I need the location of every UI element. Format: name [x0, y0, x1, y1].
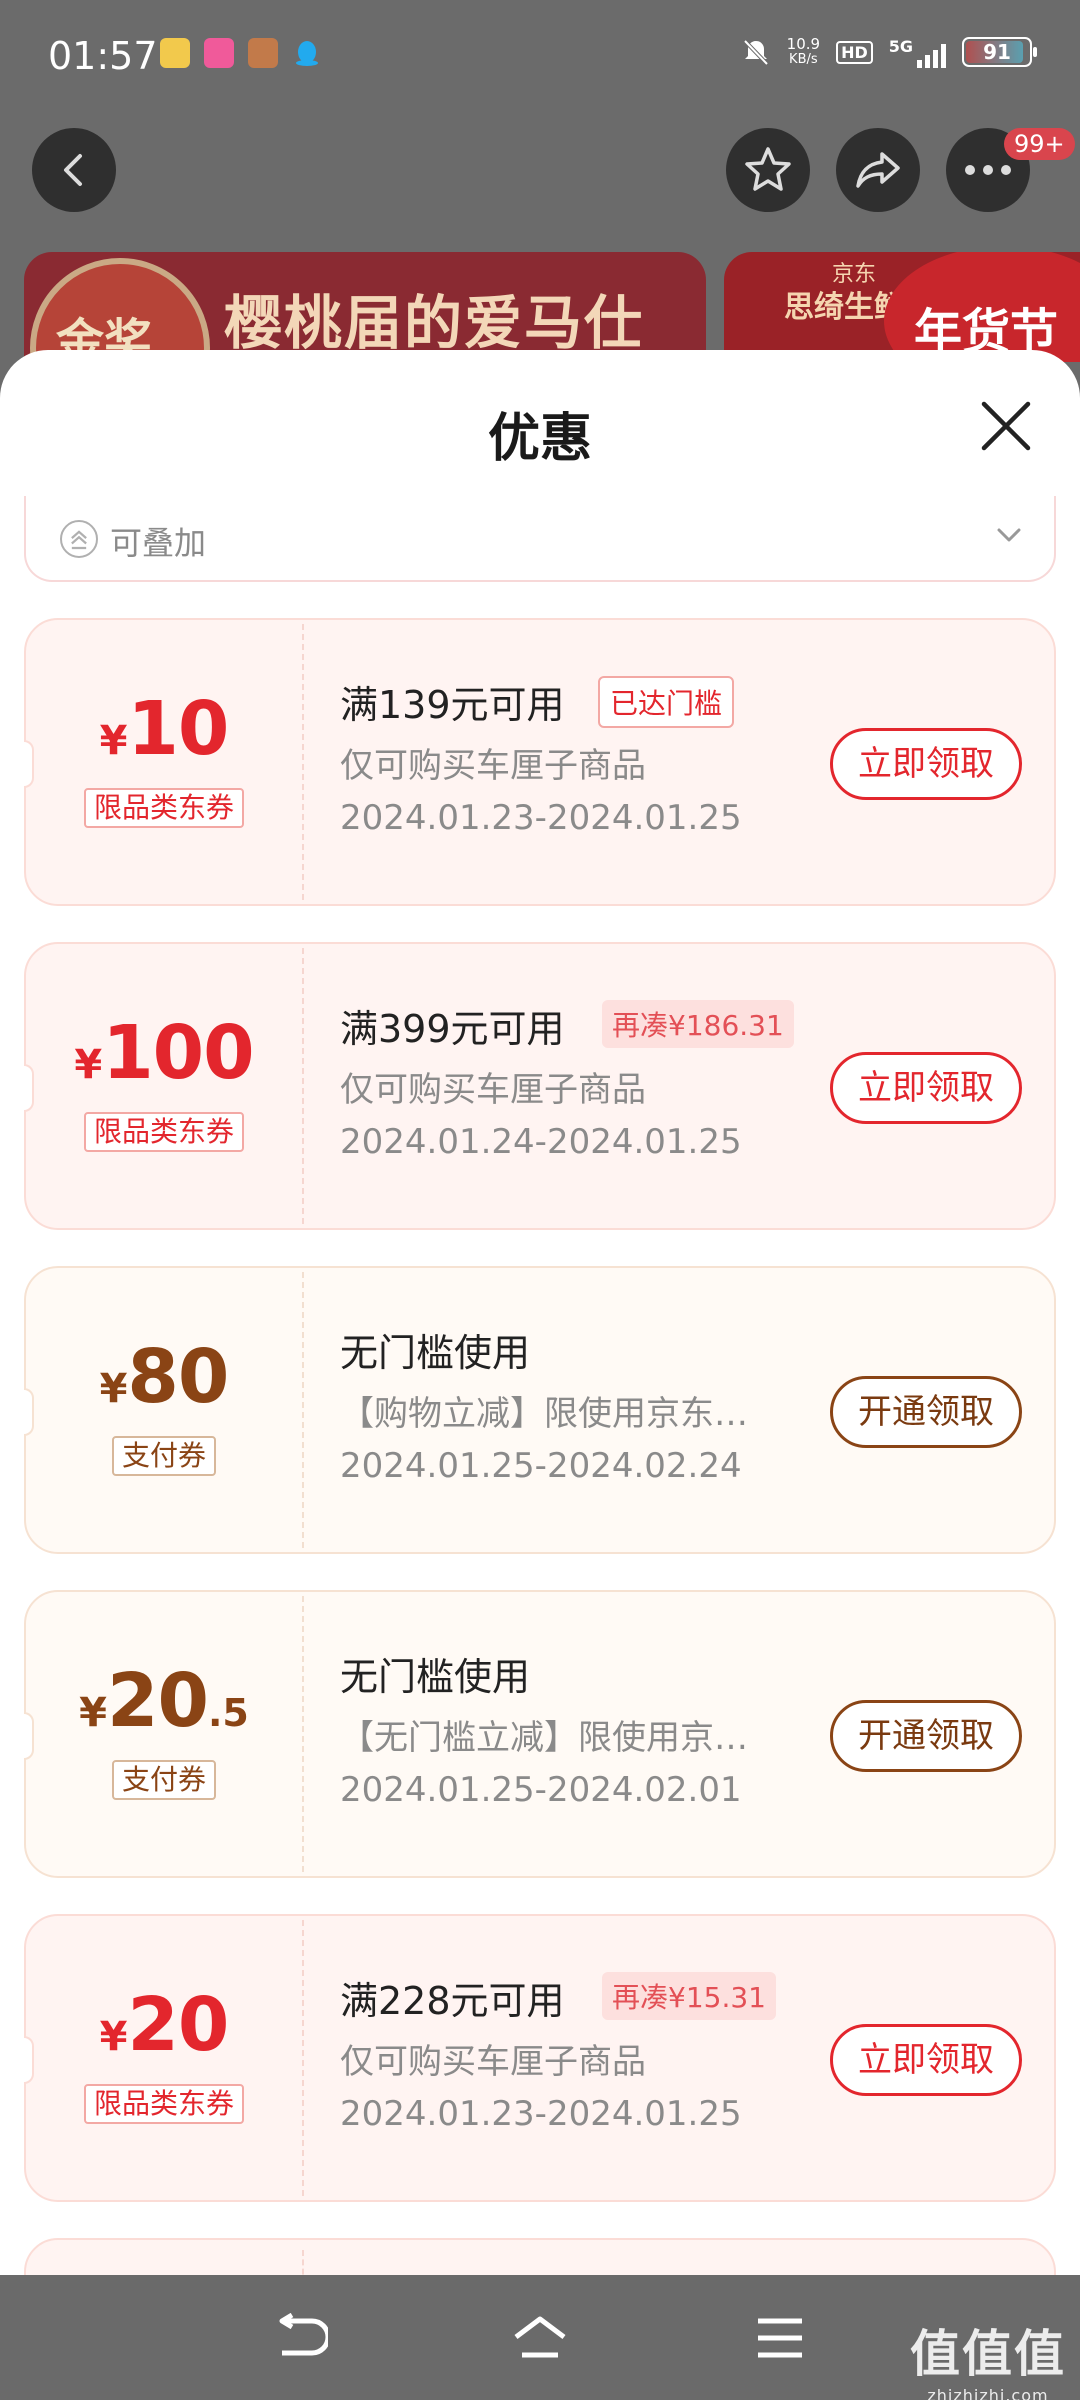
coupon-card: ¥80 支付券 无门槛使用 【购物立减】限使用京东… 2024.01.25-20… [24, 1266, 1056, 1554]
coupon-title: 无门槛使用 [340, 1331, 531, 1375]
app-icon-3 [248, 38, 278, 68]
coupon-title: 无门槛使用 [340, 1655, 531, 1699]
coupon-sheet: 优惠 可叠加 ¥10 限品类东券 满139元可用 已达门槛 仅可购买车厘子商品 … [0, 350, 1080, 2275]
signal-icon: 5G [889, 37, 946, 68]
net-speed: 10.9 KB/s [786, 35, 821, 67]
coupon-desc: 【购物立减】限使用京东… [340, 1394, 748, 1434]
qq-icon [296, 41, 318, 66]
stack-icon [60, 520, 98, 558]
status-app-icons [160, 38, 322, 68]
watermark: 值值值 zhizhizhi.com [910, 2325, 1066, 2400]
coupon-date: 2024.01.25-2024.02.01 [340, 1770, 742, 1810]
filter-label: 可叠加 [110, 524, 207, 562]
coupon-card: ¥100 限品类东券 满399元可用 再凑¥186.31 仅可购买车厘子商品 2… [24, 942, 1056, 1230]
app-icon-1 [160, 38, 190, 68]
coupon-card: ¥10 限品类东券 满139元可用 已达门槛 仅可购买车厘子商品 2024.01… [24, 618, 1056, 906]
coupon-amount: ¥20 [99, 1982, 230, 2068]
battery-icon: 91 [962, 37, 1037, 67]
nav-menu-icon[interactable] [752, 2313, 808, 2363]
activate-claim-button[interactable]: 开通领取 [830, 1376, 1022, 1448]
coupon-status-chip: 再凑¥186.31 [602, 1000, 794, 1048]
share-button[interactable] [836, 128, 920, 212]
coupon-card: ¥20.5 支付券 无门槛使用 【无门槛立减】限使用京… 2024.01.25-… [24, 1590, 1056, 1878]
coupon-date: 2024.01.23-2024.01.25 [340, 2094, 742, 2134]
back-icon [64, 154, 82, 186]
coupon-card: ¥20 限品类东券 满228元可用 再凑¥15.31 仅可购买车厘子商品 202… [24, 1914, 1056, 2202]
activate-claim-button[interactable]: 开通领取 [830, 1700, 1022, 1772]
coupon-desc: 【无门槛立减】限使用京… [340, 1718, 748, 1758]
claim-button[interactable]: 立即领取 [830, 2024, 1022, 2096]
coupon-type-tag: 支付券 [111, 1436, 216, 1476]
coupon-date: 2024.01.24-2024.01.25 [340, 1122, 742, 1162]
coupon-status-chip: 再凑¥15.31 [602, 1972, 776, 2020]
coupon-amount: ¥80 [99, 1334, 230, 1420]
coupon-amount: ¥100 [74, 1010, 254, 1096]
coupon-status-chip: 已达门槛 [598, 676, 735, 728]
hd-indicator: HD [836, 40, 873, 64]
coupon-date: 2024.01.23-2024.01.25 [340, 798, 742, 838]
back-button[interactable] [32, 128, 116, 212]
coupon-desc: 仅可购买车厘子商品 [340, 746, 646, 786]
product-banner: 金奖 樱桃届的爱马仕 [24, 252, 706, 362]
more-badge: 99+ [1004, 128, 1075, 160]
coupon-type-tag: 限品类东券 [83, 1112, 244, 1152]
star-icon [745, 147, 791, 191]
coupon-amount: ¥20.5 [79, 1658, 249, 1744]
promo-banner: 京东 思绮生鲜 年货节 [724, 252, 1080, 362]
status-bar: 01:57 10.9 KB/s HD 5G 91 [0, 0, 1080, 116]
coupon-amount: ¥10 [99, 686, 230, 772]
claim-button[interactable]: 立即领取 [830, 1052, 1022, 1124]
nav-home-icon[interactable] [512, 2313, 568, 2363]
coupon-title: 满399元可用 [340, 1007, 565, 1051]
coupon-type-tag: 限品类东券 [83, 788, 244, 828]
coupon-card-partial [24, 2238, 1056, 2275]
favorite-button[interactable] [726, 128, 810, 212]
coupon-type-tag: 支付券 [111, 1760, 216, 1800]
coupon-date: 2024.01.25-2024.02.24 [340, 1446, 742, 1486]
coupon-desc: 仅可购买车厘子商品 [340, 1070, 646, 1110]
banner-title: 樱桃届的爱马仕 [224, 289, 645, 357]
coupon-desc: 仅可购买车厘子商品 [340, 2042, 646, 2082]
app-icon-2 [204, 38, 234, 68]
nav-back-icon[interactable] [272, 2313, 328, 2363]
more-icon [965, 165, 1011, 175]
sheet-title: 优惠 [487, 409, 592, 469]
status-right: 10.9 KB/s HD 5G 91 [741, 35, 1037, 68]
close-icon[interactable] [978, 398, 1034, 454]
stackable-filter[interactable]: 可叠加 [24, 496, 1056, 582]
chevron-down-icon [997, 528, 1021, 542]
mute-bell-icon [743, 39, 769, 66]
coupon-title: 满228元可用 [340, 1979, 565, 2023]
status-time: 01:57 [48, 34, 158, 78]
coupon-title: 满139元可用 [340, 683, 565, 727]
share-icon [856, 152, 900, 188]
claim-button[interactable]: 立即领取 [830, 728, 1022, 800]
coupon-type-tag: 限品类东券 [83, 2084, 244, 2124]
